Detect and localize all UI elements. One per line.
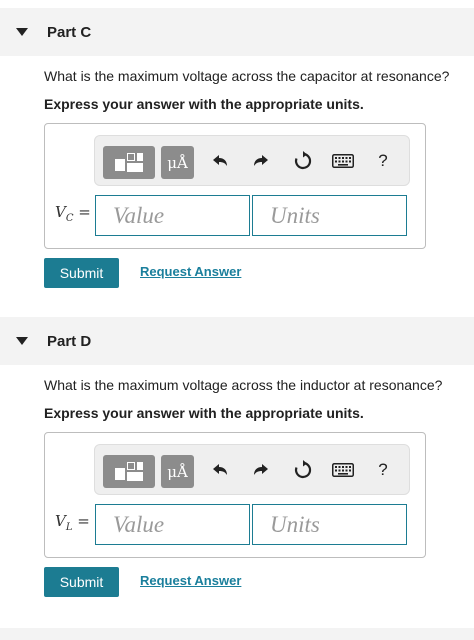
variable-label: VC = <box>55 203 91 224</box>
templates-icon <box>113 461 145 483</box>
part-c-header[interactable]: Part C <box>0 8 474 56</box>
keyboard-button[interactable] <box>330 457 356 483</box>
templates-button[interactable] <box>103 146 155 179</box>
help-button[interactable]: ? <box>370 457 396 483</box>
keyboard-icon <box>332 463 354 477</box>
value-input[interactable] <box>95 504 250 545</box>
question-text: What is the maximum voltage across the c… <box>44 68 450 84</box>
answer-box: μÅ ? VL = <box>44 432 426 558</box>
request-answer-link[interactable]: Request Answer <box>140 264 241 279</box>
part-title: Part D <box>47 332 92 350</box>
reset-button[interactable] <box>290 457 316 483</box>
collapse-caret-icon[interactable] <box>16 337 28 345</box>
undo-button[interactable] <box>207 148 233 174</box>
question-text: What is the maximum voltage across the i… <box>44 377 443 393</box>
variable-label: VL = <box>55 512 90 533</box>
submit-button[interactable]: Submit <box>44 258 119 288</box>
templates-button[interactable] <box>103 455 155 488</box>
keyboard-button[interactable] <box>330 148 356 174</box>
request-answer-link[interactable]: Request Answer <box>140 573 241 588</box>
units-button[interactable]: μÅ <box>161 146 194 179</box>
math-toolbar: μÅ ? <box>94 444 410 495</box>
redo-button[interactable] <box>248 457 274 483</box>
units-input[interactable] <box>252 504 407 545</box>
undo-icon <box>213 155 227 166</box>
submit-button[interactable]: Submit <box>44 567 119 597</box>
redo-icon <box>254 155 268 166</box>
reset-icon <box>294 151 312 170</box>
reset-icon <box>294 460 312 479</box>
collapse-caret-icon[interactable] <box>16 28 28 36</box>
units-input[interactable] <box>252 195 407 236</box>
help-icon: ? <box>378 151 388 170</box>
answer-box: μÅ ? VC = <box>44 123 426 249</box>
value-input[interactable] <box>95 195 250 236</box>
units-icon: μÅ <box>167 462 188 481</box>
undo-icon <box>213 464 227 475</box>
instruction-text: Express your answer with the appropriate… <box>44 405 364 421</box>
templates-icon <box>113 152 145 174</box>
units-icon: μÅ <box>167 153 188 172</box>
math-toolbar: μÅ ? <box>94 135 410 186</box>
keyboard-icon <box>332 154 354 168</box>
next-part-header-edge <box>0 628 474 640</box>
part-d-header[interactable]: Part D <box>0 317 474 365</box>
help-button[interactable]: ? <box>370 148 396 174</box>
redo-icon <box>254 464 268 475</box>
instruction-text: Express your answer with the appropriate… <box>44 96 364 112</box>
undo-button[interactable] <box>207 457 233 483</box>
units-button[interactable]: μÅ <box>161 455 194 488</box>
redo-button[interactable] <box>248 148 274 174</box>
help-icon: ? <box>378 460 388 479</box>
reset-button[interactable] <box>290 148 316 174</box>
part-title: Part C <box>47 23 92 41</box>
